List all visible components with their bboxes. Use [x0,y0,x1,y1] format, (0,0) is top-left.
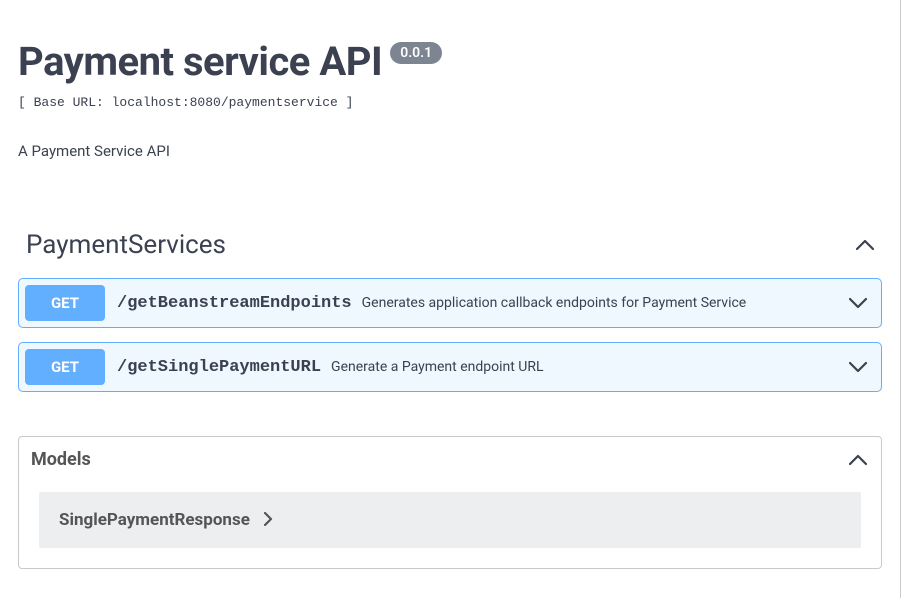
operation-get-beanstream-endpoints[interactable]: GET /getBeanstreamEndpoints Generates ap… [18,278,882,328]
operation-get-single-payment-url[interactable]: GET /getSinglePaymentURL Generate a Paym… [18,342,882,392]
chevron-down-icon [849,358,867,376]
api-title: Payment service API [18,38,382,85]
models-header[interactable]: Models [19,437,881,482]
section-header-paymentservices[interactable]: PaymentServices [18,230,882,260]
model-single-payment-response[interactable]: SinglePaymentResponse [39,492,861,548]
operations-list: GET /getBeanstreamEndpoints Generates ap… [18,278,882,392]
model-name: SinglePaymentResponse [59,510,250,530]
section-title: PaymentServices [26,230,226,260]
method-badge-get: GET [25,285,105,321]
operation-path: /getSinglePaymentURL [117,358,321,377]
models-title: Models [31,449,91,470]
api-description: A Payment Service API [18,142,882,160]
operation-summary: Generate a Payment endpoint URL [331,359,849,375]
chevron-down-icon [849,294,867,312]
method-badge-get: GET [25,349,105,385]
chevron-right-icon [264,511,273,530]
models-section: Models SinglePaymentResponse [18,436,882,569]
operation-summary: Generates application callback endpoints… [362,295,849,311]
chevron-up-icon [849,451,867,469]
chevron-up-icon [856,236,874,254]
version-badge: 0.0.1 [390,42,442,64]
operation-path: /getBeanstreamEndpoints [117,294,352,313]
page-border-right [900,0,901,598]
base-url: [ Base URL: localhost:8080/paymentservic… [18,95,882,110]
